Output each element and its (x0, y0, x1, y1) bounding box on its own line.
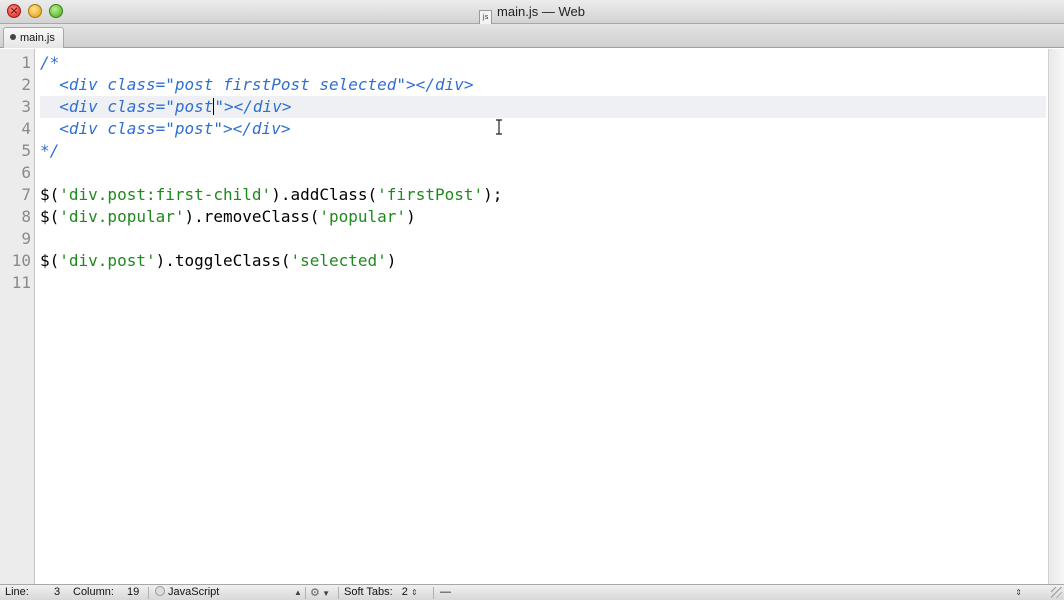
line-number-gutter: 1 2 3 4 5 6 7 8 9 10 11 (0, 49, 35, 584)
code-line[interactable]: */ (40, 140, 1046, 162)
line-number: 7 (21, 185, 31, 204)
line-number: 10 (11, 251, 31, 270)
code-line[interactable]: <div class="post firstPost selected"></d… (40, 74, 1046, 96)
language-name: JavaScript (168, 586, 220, 598)
code-token: $( (40, 251, 60, 270)
updown-arrows-icon: ⇕ (1015, 588, 1022, 597)
tab-label: main.js (20, 32, 55, 44)
language-icon (155, 586, 165, 596)
resize-grip-icon[interactable] (1051, 587, 1062, 598)
code-comment: <div class="post firstPost selected"></d… (40, 75, 474, 94)
code-line[interactable]: /* (40, 52, 1046, 74)
line-number: 6 (21, 163, 31, 182)
code-token: $( (40, 185, 60, 204)
code-line[interactable] (40, 162, 1046, 184)
updown-arrows-icon: ⇕ (410, 588, 418, 597)
code-token: ).removeClass( (184, 207, 320, 226)
line-number: 2 (21, 75, 31, 94)
updown-arrows-icon: ▲ (294, 588, 302, 597)
code-token: ); (483, 185, 503, 204)
code-string: 'div.post' (59, 251, 156, 270)
code-comment: <div class="post"></div> (40, 119, 291, 138)
code-string: 'div.post:first-child' (59, 185, 272, 204)
code-line[interactable]: <div class="post"></div> (40, 96, 1046, 118)
code-line[interactable]: $('div.popular').removeClass('popular') (40, 206, 1046, 228)
tab-main-js[interactable]: main.js (3, 27, 64, 48)
line-number: 9 (21, 229, 31, 248)
code-line[interactable] (40, 272, 1046, 294)
line-number: 3 (21, 97, 31, 116)
line-label: Line: (5, 586, 29, 598)
status-bar: Line: 3 Column: 19 JavaScript ▲ ⚙ ▼ Soft… (0, 584, 1064, 600)
unsaved-dot-icon (10, 34, 16, 40)
js-file-icon: js (479, 10, 493, 25)
soft-tabs-label: Soft Tabs: (344, 586, 393, 598)
status-separator (305, 587, 306, 599)
code-line[interactable]: <div class="post"></div> (40, 118, 1046, 140)
dropdown-arrow-icon: ▼ (319, 589, 331, 598)
code-string: 'selected' (290, 251, 387, 270)
status-separator (148, 587, 149, 599)
column-label: Column: (73, 586, 114, 598)
column-value: 19 (127, 586, 140, 598)
code-comment: */ (40, 141, 60, 160)
bundle-menu-button[interactable]: ⚙ ▼ (310, 585, 330, 600)
code-string: 'div.popular' (59, 207, 185, 226)
code-token: ).toggleClass( (155, 251, 291, 270)
title-bar: × js main.js — Web (0, 0, 1064, 25)
code-line[interactable]: $('div.post').toggleClass('selected') (40, 250, 1046, 272)
code-comment: <div class="post (40, 97, 214, 116)
soft-tabs-value: 2 (401, 586, 408, 598)
status-separator (338, 587, 339, 599)
code-token: ) (406, 207, 416, 226)
code-line[interactable] (40, 228, 1046, 250)
line-value: 3 (54, 586, 61, 598)
gear-icon: ⚙ (310, 586, 320, 599)
symbol-selector[interactable]: — ⇕ (440, 585, 1024, 600)
code-comment: "></div> (214, 97, 292, 116)
code-string: 'popular' (319, 207, 407, 226)
status-separator (433, 587, 434, 599)
line-number: 1 (21, 53, 31, 72)
code-comment: /* (40, 53, 60, 72)
line-number: 4 (21, 119, 31, 138)
language-selector[interactable]: JavaScript ▲ (155, 585, 303, 600)
code-editor[interactable]: /* <div class="post firstPost selected">… (36, 49, 1048, 584)
line-number: 11 (11, 273, 31, 292)
code-string: 'firstPost' (377, 185, 484, 204)
vertical-scrollbar[interactable] (1048, 49, 1064, 584)
code-line[interactable]: $('div.post:first-child').addClass('firs… (40, 184, 1046, 206)
code-token: $( (40, 207, 60, 226)
window-title-text: main.js — Web (497, 4, 585, 19)
soft-tabs-selector[interactable]: Soft Tabs: 2 ⇕ (344, 585, 418, 600)
tab-bar: main.js (0, 24, 1064, 48)
symbol-value: — (440, 586, 451, 598)
code-token: ) (386, 251, 397, 270)
line-number: 5 (21, 141, 31, 160)
code-token: ).addClass( (271, 185, 378, 204)
line-number: 8 (21, 207, 31, 226)
window-title: js main.js — Web (0, 0, 1064, 25)
